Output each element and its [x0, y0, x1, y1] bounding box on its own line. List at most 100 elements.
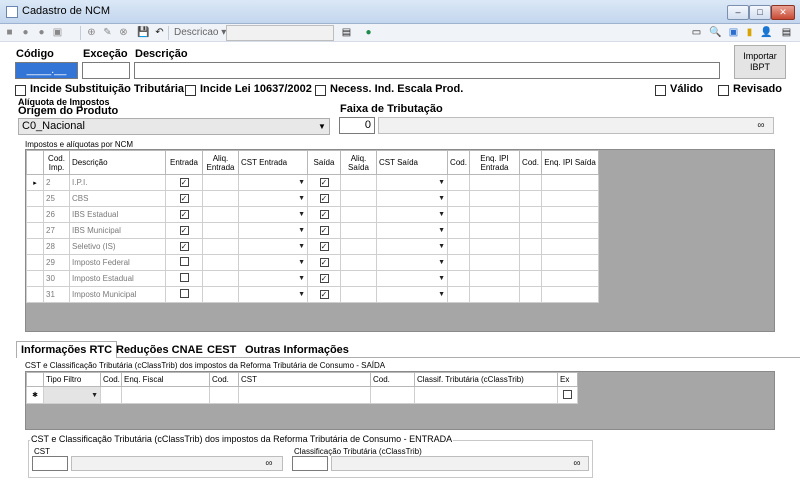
next-record-icon[interactable]: ●	[35, 26, 48, 39]
chevron-down-icon[interactable]: ▼	[438, 291, 445, 298]
maximize-button[interactable]: □	[749, 5, 771, 20]
check-icon[interactable]: ✓	[179, 210, 189, 219]
aliq-saida-cell[interactable]	[340, 286, 377, 303]
col-cst-entrada[interactable]: CST Entrada	[238, 150, 308, 175]
entrada-checkbox[interactable]: ✓	[165, 222, 203, 239]
enq-ipi-entrada-cell[interactable]	[469, 254, 520, 271]
tab-cest[interactable]: CEST	[203, 342, 240, 358]
valido-checkbox[interactable]	[655, 85, 666, 96]
col-cod-cst[interactable]: Cod.	[209, 372, 239, 387]
last-record-icon[interactable]: ▣	[51, 26, 64, 39]
aliq-saida-cell[interactable]	[340, 254, 377, 271]
cod-imp-cell[interactable]: 30	[43, 270, 70, 287]
cod-ipi-saida-cell[interactable]	[519, 206, 542, 223]
entrada-checkbox[interactable]	[165, 270, 203, 287]
cod-ipi-entrada-cell[interactable]	[447, 270, 470, 287]
chevron-down-icon[interactable]: ▼	[438, 179, 445, 186]
enq-ipi-entrada-cell[interactable]	[469, 238, 520, 255]
saida-checkbox[interactable]: ✓	[307, 270, 341, 287]
entrada-checkbox[interactable]: ✓	[165, 206, 203, 223]
cst-saida-combo[interactable]: ▼	[376, 174, 448, 191]
tab-informacoes-rtc[interactable]: Informações RTC	[16, 341, 118, 358]
enq-ipi-saida-cell[interactable]	[541, 254, 599, 271]
chevron-down-icon[interactable]: ▼	[318, 122, 326, 131]
chevron-down-icon[interactable]: ▼	[298, 259, 305, 266]
aliq-saida-cell[interactable]	[340, 174, 377, 191]
enq-ipi-entrada-cell[interactable]	[469, 174, 520, 191]
add-icon[interactable]: ⊕	[85, 26, 98, 39]
filter-icon[interactable]: ▣	[727, 26, 740, 39]
class-entrada-input[interactable]	[292, 456, 328, 471]
check-icon[interactable]: ✓	[319, 210, 329, 219]
chevron-down-icon[interactable]: ▼	[298, 211, 305, 218]
saida-checkbox[interactable]: ✓	[307, 286, 341, 303]
chevron-down-icon[interactable]: ▼	[298, 179, 305, 186]
cst-saida-combo[interactable]: ▼	[376, 190, 448, 207]
cod-imp-cell[interactable]: 25	[43, 190, 70, 207]
entrada-checkbox[interactable]: ✓	[165, 190, 203, 207]
table-row[interactable]: 30 Imposto Estadual ▼ ✓ ▼	[26, 270, 599, 287]
col-cod-class[interactable]: Cod.	[370, 372, 415, 387]
pin-icon[interactable]: ▮	[743, 26, 756, 39]
binoculars-icon[interactable]: ∞	[566, 457, 588, 470]
saida-checkbox[interactable]: ✓	[307, 254, 341, 271]
entrada-checkbox[interactable]: ✓	[165, 174, 203, 191]
cell[interactable]	[121, 386, 210, 404]
aliq-entrada-cell[interactable]	[202, 190, 239, 207]
cell[interactable]	[370, 386, 415, 404]
col-aliq-saida[interactable]: Aliq. Saída	[340, 150, 377, 175]
check-icon[interactable]: ✓	[319, 290, 329, 299]
chevron-down-icon[interactable]: ▼	[298, 291, 305, 298]
enq-ipi-saida-cell[interactable]	[541, 190, 599, 207]
col-saida[interactable]: Saída	[307, 150, 341, 175]
cod-ipi-entrada-cell[interactable]	[447, 222, 470, 239]
incide-st-checkbox[interactable]	[15, 85, 26, 96]
cst-entrada-combo[interactable]: ▼	[238, 238, 308, 255]
ex-checkbox[interactable]	[563, 389, 572, 399]
table-row[interactable]: 29 Imposto Federal ▼ ✓ ▼	[26, 254, 599, 271]
col-cod-imp[interactable]: Cod. Imp.	[43, 150, 70, 175]
enq-ipi-entrada-cell[interactable]	[469, 222, 520, 239]
check-icon[interactable]: ✓	[319, 258, 329, 267]
descricao-cell[interactable]: I.P.I.	[69, 174, 166, 191]
search-field-combo[interactable]: Descricao ▾	[174, 27, 226, 38]
enq-ipi-saida-cell[interactable]	[541, 222, 599, 239]
col-aliq-entrada[interactable]: Aliq. Entrada	[202, 150, 239, 175]
faixa-input[interactable]: 0	[339, 117, 375, 134]
cod-ipi-entrada-cell[interactable]	[447, 206, 470, 223]
saida-checkbox[interactable]: ✓	[307, 222, 341, 239]
cod-ipi-saida-cell[interactable]	[519, 238, 542, 255]
aliq-entrada-cell[interactable]	[202, 174, 239, 191]
cod-ipi-saida-cell[interactable]	[519, 286, 542, 303]
aliq-entrada-cell[interactable]	[202, 254, 239, 271]
chevron-down-icon[interactable]: ▼	[298, 275, 305, 282]
search-icon[interactable]: ▤	[340, 26, 353, 39]
table-row[interactable]: 28 Seletivo (IS) ✓ ▼ ✓ ▼	[26, 238, 599, 255]
cst-saida-combo[interactable]: ▼	[376, 270, 448, 287]
check-icon[interactable]: ✓	[179, 178, 189, 187]
aliq-entrada-cell[interactable]	[202, 206, 239, 223]
cod-imp-cell[interactable]: 26	[43, 206, 70, 223]
chevron-down-icon[interactable]: ▼	[438, 259, 445, 266]
chevron-down-icon[interactable]: ▼	[438, 243, 445, 250]
entrada-checkbox[interactable]	[165, 286, 203, 303]
cst-entrada-input[interactable]	[32, 456, 68, 471]
check-icon[interactable]	[179, 257, 189, 266]
col-cod-enq[interactable]: Cod.	[100, 372, 122, 387]
col-cod-ipi-saida[interactable]: Cod.	[519, 150, 542, 175]
first-record-icon[interactable]: ■	[3, 26, 16, 39]
cst-entrada-combo[interactable]: ▼	[238, 222, 308, 239]
descricao-input[interactable]	[134, 62, 720, 79]
col-descricao[interactable]: Descrição	[69, 150, 166, 175]
find-icon[interactable]: 🔍	[709, 26, 722, 39]
chevron-down-icon[interactable]: ▼	[438, 275, 445, 282]
aliq-saida-cell[interactable]	[340, 270, 377, 287]
cst-saida-combo[interactable]: ▼	[376, 286, 448, 303]
cell[interactable]	[100, 386, 122, 404]
col-classif-tributaria[interactable]: Classif. Tributária (cClassTrib)	[414, 372, 558, 387]
cod-ipi-saida-cell[interactable]	[519, 174, 542, 191]
cod-imp-cell[interactable]: 2	[43, 174, 70, 191]
chevron-down-icon[interactable]: ▼	[438, 211, 445, 218]
col-enq-ipi-saida[interactable]: Enq. IPI Saída	[541, 150, 599, 175]
col-cst[interactable]: CST	[238, 372, 371, 387]
